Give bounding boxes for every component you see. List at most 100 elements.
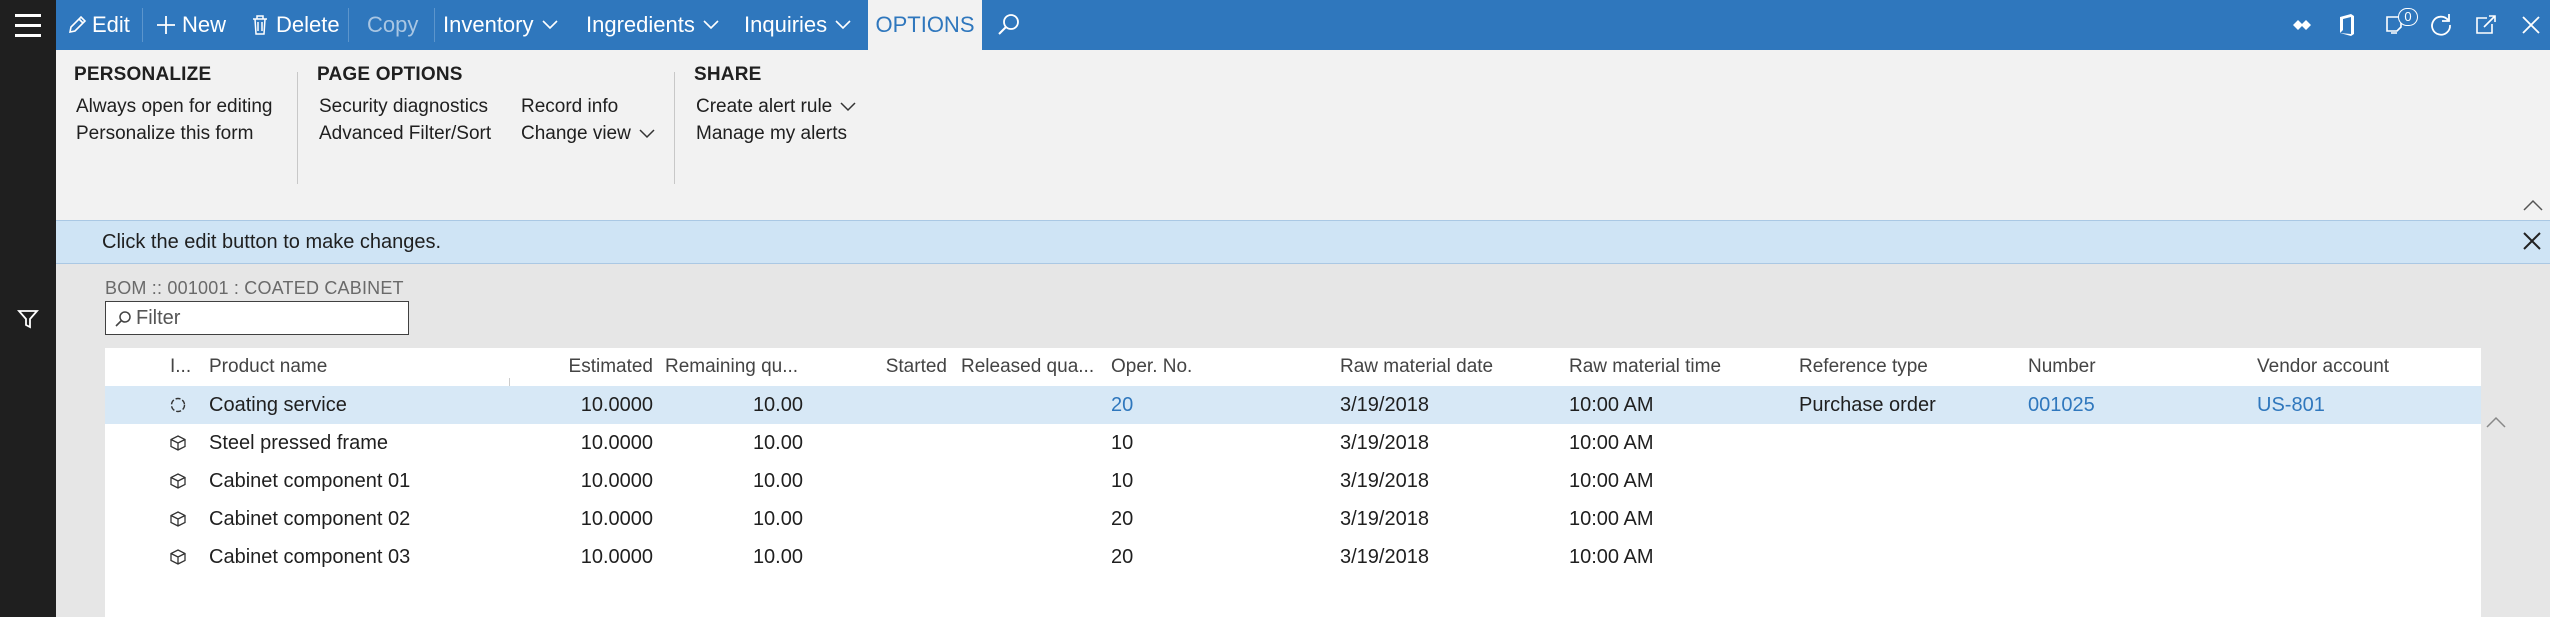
item-box-icon — [169, 434, 187, 452]
separator — [348, 8, 349, 42]
left-nav-rail — [0, 0, 56, 617]
edit-button[interactable]: Edit — [66, 0, 130, 50]
table-row[interactable]: Cabinet component 02 10.0000 10.00 20 3/… — [105, 500, 2481, 538]
product-name-cell: Steel pressed frame — [209, 432, 388, 454]
raw-material-time-cell: 10:00 AM — [1569, 394, 1654, 416]
oper-no-cell: 20 — [1111, 508, 1134, 530]
column-header-number[interactable]: Number — [2028, 348, 2248, 386]
group-separator — [674, 72, 675, 184]
power-apps-diamond-icon[interactable] — [2282, 0, 2322, 50]
inventory-menu[interactable]: Inventory — [443, 0, 558, 50]
change-view-label: Change view — [521, 123, 631, 144]
reference-type-cell: Purchase order — [1799, 394, 1936, 416]
remaining-cell: 10.00 — [752, 432, 803, 454]
raw-material-date-cell: 3/19/2018 — [1340, 432, 1429, 454]
new-label: New — [182, 12, 227, 37]
office-icon[interactable] — [2327, 0, 2367, 50]
pencil-icon — [66, 14, 88, 36]
remaining-cell: 10.00 — [752, 470, 803, 492]
delete-button[interactable]: Delete — [250, 0, 340, 50]
search-icon — [996, 12, 1022, 38]
estimated-cell: 10.0000 — [580, 394, 653, 416]
remaining-cell: 10.00 — [752, 394, 803, 416]
security-diagnostics-button[interactable]: Security diagnostics — [319, 96, 488, 118]
separator — [434, 8, 435, 42]
copy-button[interactable]: Copy — [367, 0, 418, 50]
delete-label: Delete — [276, 12, 340, 37]
new-button[interactable]: New — [154, 0, 226, 50]
hamburger-menu-icon[interactable] — [12, 14, 44, 38]
column-header-started[interactable]: Started — [835, 348, 947, 386]
close-message-icon[interactable] — [2520, 229, 2544, 253]
raw-material-date-cell: 3/19/2018 — [1340, 546, 1429, 568]
column-header-released-quantity[interactable]: Released qua... — [961, 348, 1095, 386]
column-header-raw-material-time[interactable]: Raw material time — [1569, 348, 1789, 386]
notifications-icon[interactable]: 0 — [2374, 0, 2418, 50]
raw-material-date-cell: 3/19/2018 — [1340, 470, 1429, 492]
share-group-title: SHARE — [694, 64, 762, 85]
close-icon[interactable] — [2511, 0, 2550, 50]
product-name-cell: Cabinet component 02 — [209, 508, 411, 530]
remaining-cell: 10.00 — [752, 508, 803, 530]
grid-header: I... Product name Estimated Remaining qu… — [105, 348, 2481, 386]
open-new-window-icon[interactable] — [2466, 0, 2506, 50]
table-row[interactable]: Steel pressed frame 10.0000 10.00 10 3/1… — [105, 424, 2481, 462]
column-header-raw-material-date[interactable]: Raw material date — [1340, 348, 1560, 386]
service-icon — [169, 396, 187, 414]
table-row[interactable]: Cabinet component 03 10.0000 10.00 20 3/… — [105, 538, 2481, 576]
oper-no-cell: 10 — [1111, 432, 1134, 454]
collapse-ribbon-icon[interactable] — [2522, 198, 2544, 212]
filter-input[interactable] — [136, 304, 396, 332]
manage-my-alerts-button[interactable]: Manage my alerts — [696, 123, 847, 145]
plus-icon — [154, 13, 178, 37]
raw-material-time-cell: 10:00 AM — [1569, 508, 1654, 530]
column-header-remaining-quantity[interactable]: Remaining qu... — [665, 348, 805, 386]
ingredients-menu[interactable]: Ingredients — [586, 0, 719, 50]
raw-material-time-cell: 10:00 AM — [1569, 546, 1654, 568]
create-alert-rule-button[interactable]: Create alert rule — [696, 96, 856, 118]
personalize-group-title: PERSONALIZE — [74, 64, 212, 85]
filter-pane-icon[interactable] — [15, 306, 41, 332]
product-name-cell: Cabinet component 03 — [209, 546, 411, 568]
record-info-button[interactable]: Record info — [521, 96, 618, 118]
oper-no-cell[interactable]: 20 — [1111, 386, 1133, 424]
vendor-account-link[interactable]: US-801 — [2257, 386, 2325, 424]
page-options-group-title: PAGE OPTIONS — [317, 64, 463, 85]
tab-options[interactable]: OPTIONS — [868, 0, 982, 50]
separator — [142, 8, 143, 42]
table-row[interactable]: Cabinet component 01 10.0000 10.00 10 3/… — [105, 462, 2481, 500]
trash-icon — [250, 14, 270, 36]
inquiries-label: Inquiries — [744, 12, 828, 37]
number-link[interactable]: 001025 — [2028, 386, 2095, 424]
search-button[interactable] — [996, 0, 1022, 50]
always-open-for-editing-button[interactable]: Always open for editing — [76, 96, 272, 118]
options-ribbon: PERSONALIZE Always open for editing Pers… — [56, 50, 2550, 221]
estimated-cell: 10.0000 — [580, 432, 653, 454]
item-box-icon — [169, 548, 187, 566]
table-row[interactable]: Coating service 10.0000 10.00 20 3/19/20… — [105, 386, 2481, 424]
item-box-icon — [169, 472, 187, 490]
refresh-icon[interactable] — [2421, 0, 2461, 50]
personalize-this-form-button[interactable]: Personalize this form — [76, 123, 253, 145]
remaining-cell: 10.00 — [752, 546, 803, 568]
column-header-icon[interactable]: I... — [170, 348, 190, 386]
create-alert-rule-label: Create alert rule — [696, 96, 833, 117]
column-header-oper-no[interactable]: Oper. No. — [1111, 348, 1311, 386]
scroll-up-icon[interactable] — [2485, 415, 2507, 429]
inquiries-menu[interactable]: Inquiries — [744, 0, 851, 50]
column-header-product-name[interactable]: Product name — [209, 348, 409, 386]
notification-count-badge: 0 — [2398, 8, 2418, 26]
chevron-down-icon — [835, 20, 851, 30]
column-header-reference-type[interactable]: Reference type — [1799, 348, 2019, 386]
form-caption: BOM :: 001001 : COATED CABINET — [105, 278, 404, 298]
item-box-icon — [169, 510, 187, 528]
quick-filter[interactable] — [105, 301, 409, 335]
chevron-down-icon — [631, 129, 655, 139]
change-view-button[interactable]: Change view — [521, 123, 655, 145]
column-header-vendor-account[interactable]: Vendor account — [2257, 348, 2477, 386]
group-separator — [297, 72, 298, 184]
oper-no-cell: 10 — [1111, 470, 1134, 492]
chevron-down-icon — [832, 102, 856, 112]
advanced-filter-sort-button[interactable]: Advanced Filter/Sort — [319, 123, 491, 145]
column-header-estimated[interactable]: Estimated — [509, 348, 653, 386]
